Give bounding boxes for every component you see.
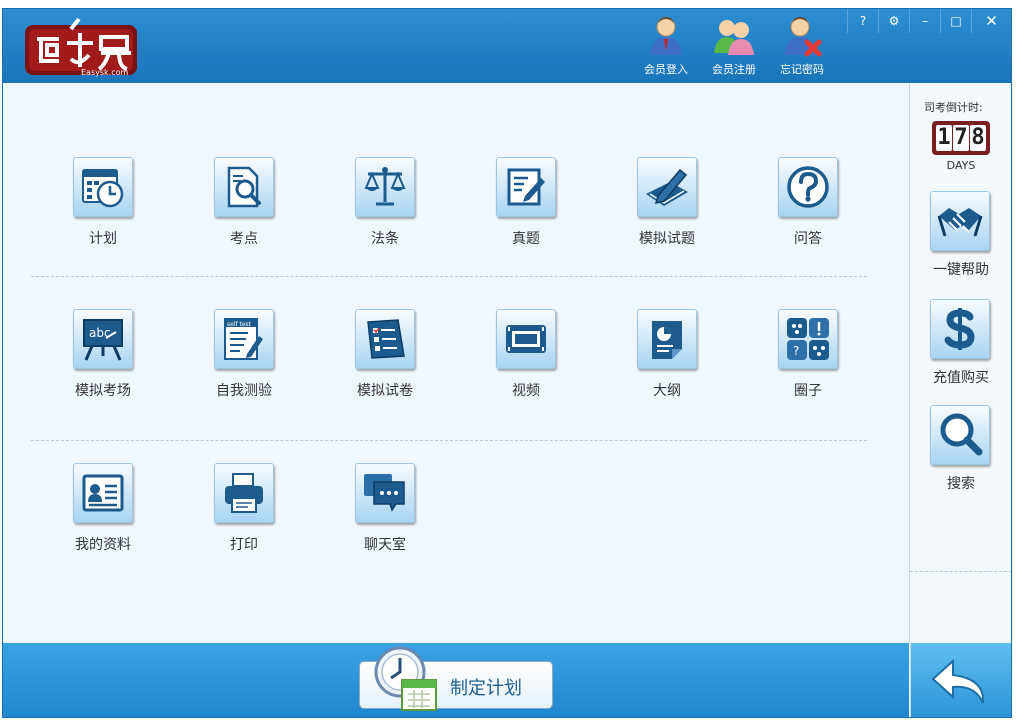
- search-label: 搜索: [947, 476, 975, 492]
- module-chat-room[interactable]: 聊天室: [340, 463, 430, 554]
- module-label: 模拟考场: [75, 383, 131, 399]
- countdown-counter: 1 7 8: [932, 121, 990, 155]
- countdown-digit: 8: [970, 125, 986, 151]
- app-window: Easysk.com 会员登入 会员注册 忘记密码 ? ⚙ – □ ✕ 计划 考…: [2, 8, 1012, 718]
- recharge-purchase-button[interactable]: 充值购买: [930, 299, 992, 387]
- module-mock-papers[interactable]: 模拟试卷: [340, 309, 430, 400]
- forgot-password-label: 忘记密码: [780, 63, 824, 76]
- module-label: 真题: [512, 231, 540, 247]
- login-button[interactable]: 会员登入: [635, 15, 697, 81]
- module-plan[interactable]: 计划: [58, 157, 148, 248]
- module-label: 问答: [794, 231, 822, 247]
- countdown-unit: DAYS: [946, 159, 976, 172]
- make-plan-button[interactable]: 制定计划: [359, 646, 553, 711]
- countdown-digit: 7: [953, 125, 969, 151]
- scales-icon: [364, 167, 406, 206]
- back-button[interactable]: [910, 643, 1011, 717]
- module-outline[interactable]: 大纲: [622, 309, 712, 400]
- make-plan-label: 制定计划: [450, 678, 522, 699]
- circle-group-icon: ?: [787, 318, 829, 360]
- magnifier-icon: [940, 413, 983, 456]
- svg-text:?: ?: [793, 344, 799, 358]
- self-test-icon: self test: [224, 318, 263, 360]
- module-mock-questions[interactable]: 模拟试题: [622, 157, 712, 248]
- module-label: 模拟试题: [639, 231, 695, 247]
- module-label: 计划: [89, 231, 117, 247]
- question-icon: [787, 166, 829, 208]
- svg-text:Easysk.com: Easysk.com: [81, 68, 128, 77]
- user-forgot-password-icon: [784, 17, 822, 57]
- app-logo: Easysk.com: [23, 15, 141, 79]
- back-arrow-icon: [931, 658, 984, 704]
- document-search-icon: [227, 166, 261, 208]
- module-label: 考点: [230, 231, 258, 247]
- search-button[interactable]: 搜索: [930, 405, 992, 493]
- forgot-password-button[interactable]: 忘记密码: [771, 15, 833, 81]
- countdown-title: 司考倒计时:: [924, 101, 983, 114]
- calendar-clock-icon: [82, 169, 124, 208]
- one-click-help-button[interactable]: 一键帮助: [930, 191, 992, 279]
- printer-icon: [225, 473, 263, 513]
- svg-text:self test: self test: [227, 321, 252, 328]
- module-label: 大纲: [653, 383, 681, 399]
- help-button[interactable]: ?: [847, 9, 878, 33]
- close-button[interactable]: ✕: [971, 9, 1011, 33]
- settings-button[interactable]: ⚙: [878, 9, 909, 33]
- clock-calendar-icon: [374, 646, 437, 711]
- sidebar-divider: [910, 571, 1011, 572]
- recharge-purchase-label: 充值购买: [933, 370, 989, 386]
- module-qa[interactable]: 问答: [763, 157, 853, 248]
- module-label: 圈子: [794, 383, 822, 399]
- checklist-icon: [367, 319, 405, 359]
- module-exam-points[interactable]: 考点: [199, 157, 289, 248]
- dollar-icon: [944, 308, 975, 350]
- right-sidebar: 司考倒计时: 1 7 8 DAYS 一键帮助 充值购买 搜索: [909, 83, 1011, 643]
- profile-card-icon: [82, 474, 124, 512]
- module-mock-exam-room[interactable]: abc 模拟考场: [58, 309, 148, 400]
- chat-bubbles-icon: [364, 474, 405, 512]
- module-label: 我的资料: [75, 537, 131, 553]
- row-divider: [31, 440, 867, 441]
- row-divider: [31, 276, 867, 277]
- module-video[interactable]: 视频: [481, 309, 571, 400]
- register-label: 会员注册: [712, 63, 756, 76]
- user-register-icon: [714, 20, 754, 55]
- handshake-icon: [937, 208, 983, 237]
- module-my-profile[interactable]: 我的资料: [58, 463, 148, 554]
- maximize-button[interactable]: □: [940, 9, 971, 33]
- header-bar: Easysk.com 会员登入 会员注册 忘记密码 ? ⚙ – □ ✕: [3, 9, 1011, 83]
- module-label: 视频: [512, 383, 540, 399]
- film-icon: [506, 325, 546, 353]
- edit-paper-icon: [507, 168, 545, 206]
- minimize-button[interactable]: –: [909, 9, 940, 33]
- footer-bar: 制定计划: [3, 643, 909, 717]
- one-click-help-label: 一键帮助: [933, 262, 989, 278]
- module-grid: 计划 考点 法条 真题 模拟试题 问答 abc 模拟考场 self test 自…: [3, 83, 909, 643]
- blackboard-icon: abc: [83, 319, 123, 361]
- module-real-exams[interactable]: 真题: [481, 157, 571, 248]
- countdown-digit: 1: [936, 125, 952, 151]
- module-self-test[interactable]: self test 自我测验: [199, 309, 289, 400]
- module-law-articles[interactable]: 法条: [340, 157, 430, 248]
- module-label: 模拟试卷: [357, 383, 413, 399]
- module-label: 法条: [371, 231, 399, 247]
- module-print[interactable]: 打印: [199, 463, 289, 554]
- user-login-icon: [650, 17, 682, 55]
- module-circle[interactable]: ? 圈子: [763, 309, 853, 400]
- module-label: 打印: [230, 537, 258, 553]
- login-label: 会员登入: [644, 63, 688, 76]
- register-button[interactable]: 会员注册: [703, 15, 765, 81]
- module-label: 聊天室: [364, 537, 406, 553]
- module-label: 自我测验: [216, 383, 272, 399]
- chart-document-icon: [652, 321, 682, 359]
- pen-writing-icon: [646, 168, 688, 206]
